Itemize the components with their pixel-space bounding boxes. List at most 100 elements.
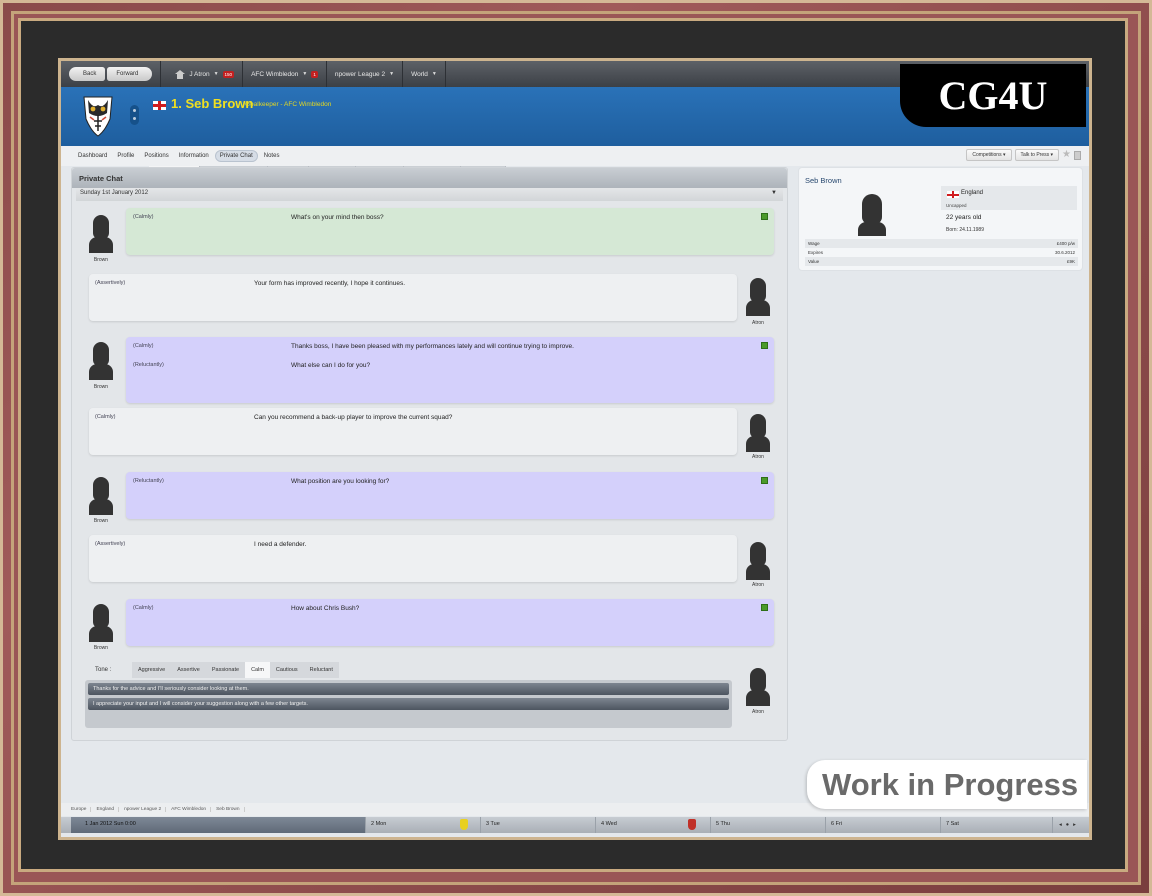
avatar-atron [746,668,770,708]
calendar-day[interactable]: 4 Wed [596,817,711,833]
breadcrumb-item[interactable]: AFC Wimbledon [171,807,212,812]
chat-date-bar[interactable]: Sunday 1st January 2012 ▼ [76,188,783,201]
card-caps: Uncapped [946,203,967,208]
nav-manager-menu[interactable]: J Atron ▼ 150 [167,61,244,87]
back-button[interactable]: Back [69,67,106,81]
breadcrumb-item[interactable]: Europe [71,807,92,812]
nav-league-label: npower League 2 [334,70,386,78]
subnav-dashboard[interactable]: Dashboard [74,151,111,161]
club-crest-icon [83,96,113,137]
player-summary-card: Seb Brown England Uncapped 22 years old … [798,167,1083,271]
club-alert-badge[interactable]: 1 [311,70,318,78]
work-in-progress-banner: Work in Progress [807,760,1087,809]
card-age: 22 years old [946,214,982,221]
match-crest-icon[interactable] [460,819,468,830]
day-label: 3 Tue [486,821,500,827]
nav-divider [160,61,162,87]
current-date[interactable]: 1 Jan 2012 Sun 0:00 [71,817,366,833]
nav-club-menu[interactable]: AFC Wimbledon ▼ 1 [243,61,327,87]
avatar-brown [89,215,113,255]
message-tone: (Calmly) [133,605,154,611]
message-text: What else can I do for you? [291,362,371,369]
message-tone: (Calmly) [133,214,154,220]
tone-tabs: Aggressive Assertive Passionate Calm Cau… [132,662,339,678]
tone-passionate[interactable]: Passionate [206,662,245,678]
match-crest-icon[interactable] [688,819,696,830]
day-label: 7 Sat [946,821,959,827]
prev-week-icon[interactable]: ◂ [1059,822,1062,828]
calendar-day[interactable]: 6 Fri [826,817,941,833]
inbox-badge[interactable]: 150 [222,70,235,78]
avatar-atron [746,542,770,582]
today-dot-icon[interactable]: ● [1066,822,1069,828]
nav-league-menu[interactable]: npower League 2 ▼ [327,61,404,87]
home-icon[interactable] [175,69,186,79]
chevron-down-icon[interactable]: ▼ [771,190,777,196]
subnav-private-chat[interactable]: Private Chat [214,150,258,162]
chevron-down-icon: ▼ [389,71,395,77]
nav-world-label: World [411,70,428,78]
chat-message: (Calmly) Can you recommend a back-up pla… [89,408,737,455]
message-text: Your form has improved recently, I hope … [254,280,406,287]
subnav-profile[interactable]: Profile [113,151,138,161]
reply-option[interactable]: Thanks for the advice and I'll seriously… [88,683,729,695]
message-tone: (Calmly) [133,343,154,349]
card-nation[interactable]: England [961,190,983,196]
message-tone: (Assertively) [95,541,126,547]
notes-doc-icon[interactable] [1074,150,1081,160]
acknowledge-icon [761,213,768,220]
chevron-down-icon: ▼ [302,71,308,77]
subnav-information[interactable]: Information [175,151,213,161]
player-subtitle[interactable]: Goalkeeper - AFC Wimbledon [245,101,331,108]
tone-assertive[interactable]: Assertive [171,662,206,678]
calendar-nav: ◂ ● ▸ [1053,817,1082,833]
breadcrumb-item[interactable]: England [96,807,120,812]
chat-message: (Assertively) Your form has improved rec… [89,274,737,321]
player-scroll-control[interactable] [130,105,139,125]
message-text: I need a defender. [254,541,307,548]
chat-message: (Calmly) What's on your mind then boss? [126,208,774,255]
card-born: Born: 24.11.1989 [946,227,984,233]
star-icon[interactable]: ★ [1062,150,1071,160]
chevron-down-icon: ▼ [213,71,219,77]
card-row-wage: Wage £400 p/w [805,239,1078,248]
avatar-label: Brown [93,645,109,651]
message-tone: (Calmly) [95,414,116,420]
card-row-value: Value £9K [805,257,1078,266]
competitions-label: Competitions [972,152,1002,158]
calendar-day[interactable]: 5 Thu [711,817,826,833]
tone-calm[interactable]: Calm [245,662,270,678]
avatar-label: Brown [93,384,109,390]
acknowledge-icon [761,604,768,611]
avatar-label: Atron [752,582,764,588]
message-text: What position are you looking for? [291,478,390,485]
avatar-label: Brown [93,257,109,263]
card-player-name[interactable]: Seb Brown [805,176,842,185]
competitions-dropdown[interactable]: Competitions ▾ [966,149,1012,161]
calendar-day[interactable]: 7 Sat [941,817,1053,833]
avatar-atron [746,414,770,454]
tone-cautious[interactable]: Cautious [270,662,304,678]
reply-options: Thanks for the advice and I'll seriously… [85,680,732,728]
reply-option[interactable]: I appreciate your input and I will consi… [88,698,729,710]
next-week-icon[interactable]: ▸ [1073,822,1076,828]
private-chat-panel: Private Chat Sunday 1st January 2012 ▼ B… [71,167,788,741]
subnav-notes[interactable]: Notes [260,151,284,161]
talk-to-press-dropdown[interactable]: Talk to Press ▾ [1014,149,1060,161]
row-label: Value [808,259,820,264]
avatar-brown [89,477,113,517]
nav-world-menu[interactable]: World ▼ [403,61,446,87]
calendar-day[interactable]: 2 Mon [366,817,481,833]
message-text: How about Chris Bush? [291,605,360,612]
game-screen: Back Forward J Atron ▼ 150 AFC Wimbledon… [58,58,1092,840]
breadcrumb-item[interactable]: npower League 2 [124,807,167,812]
current-date-label: 1 Jan 2012 Sun 0:00 [85,821,136,827]
calendar-day[interactable]: 3 Tue [481,817,596,833]
tone-reluctant[interactable]: Reluctant [304,662,339,678]
breadcrumb-item[interactable]: Seb Brown [216,807,245,812]
subnav-positions[interactable]: Positions [140,151,172,161]
tone-aggressive[interactable]: Aggressive [132,662,171,678]
nav-manager-label: J Atron [189,70,210,78]
row-value: 30.6.2012 [1054,250,1075,255]
forward-button[interactable]: Forward [107,67,153,81]
